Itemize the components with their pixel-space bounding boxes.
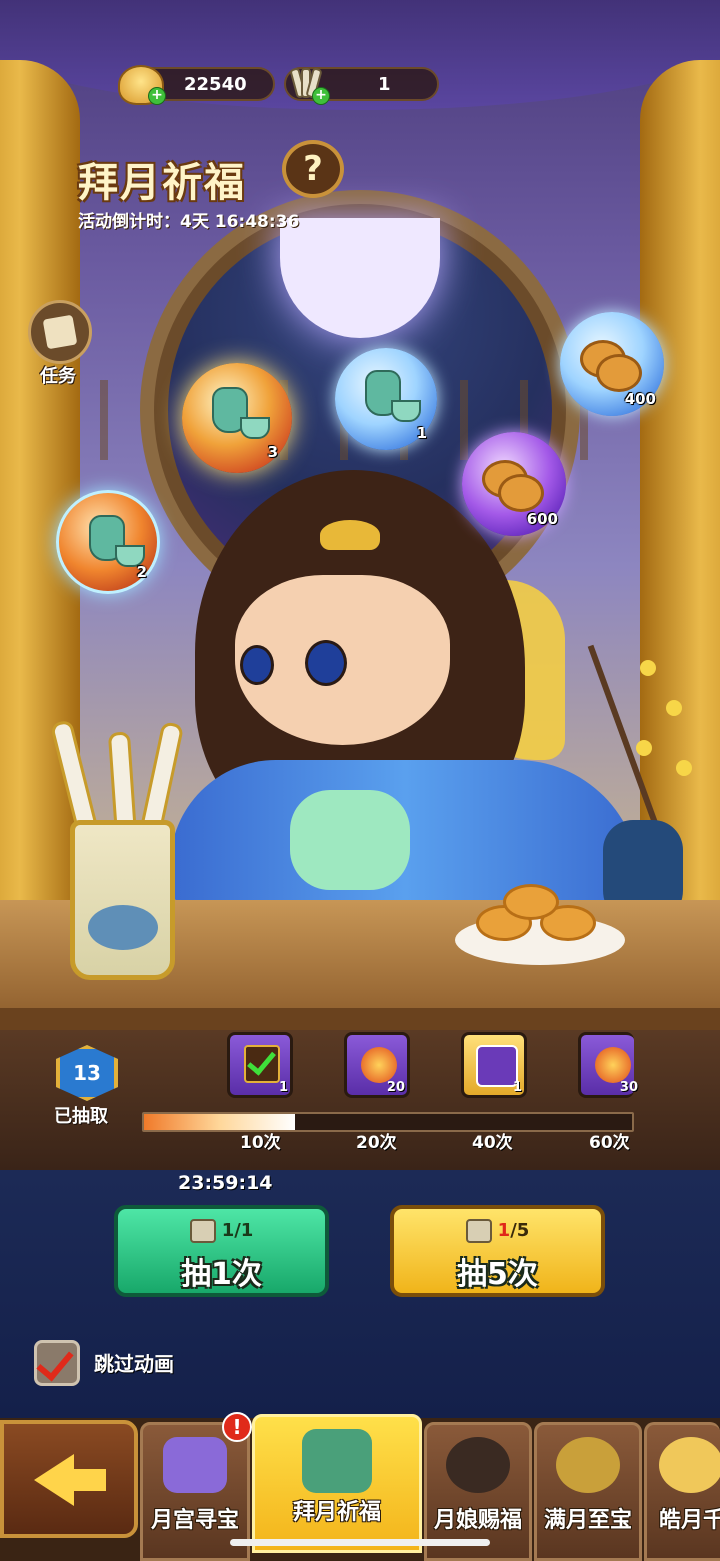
reward-bubble[interactable]: 400 (560, 312, 664, 416)
treasure-chest-icon (163, 1437, 227, 1493)
reward-qty: 400 (624, 390, 656, 408)
flower-bud (676, 760, 692, 776)
golden-toad-icon (556, 1437, 620, 1493)
tab-bright-moon[interactable]: 皓月千 (644, 1422, 720, 1561)
skip-animation-checkbox[interactable] (34, 1340, 80, 1386)
draw-once-cost-value: 1/1 (221, 1220, 254, 1241)
mooncake (503, 884, 559, 920)
reward-qty: 2 (136, 563, 147, 581)
milestone-reward[interactable]: 1 (227, 1032, 293, 1098)
reward-qty: 600 (526, 510, 558, 528)
checkmark-icon (36, 1342, 74, 1382)
draw-once-cost: 1/1 (118, 1219, 325, 1243)
moon-maiden-icon (446, 1437, 510, 1493)
back-button[interactable] (0, 1420, 138, 1538)
avatar-chest-icon (476, 1045, 518, 1087)
fire-orb-icon (361, 1047, 397, 1083)
ingot-value: 22540 (184, 74, 247, 95)
flower-bud (640, 660, 656, 676)
hair-ornament (320, 520, 380, 550)
fortune-sticks-icon (302, 1429, 372, 1493)
tab-label: 拜月祈福 (292, 1500, 381, 1525)
character-bodice (290, 790, 410, 890)
ticket-currency[interactable]: + 1 (284, 67, 439, 105)
flower-bud (666, 700, 682, 716)
cup-wave-pattern (88, 905, 158, 950)
mooncake-icon (596, 354, 642, 392)
tab-label: 月娘赐福 (433, 1508, 522, 1533)
cup-icon (240, 417, 270, 439)
reward-qty: 3 (267, 443, 278, 461)
moon-rabbit-icon (659, 1437, 720, 1493)
back-arrow-shaft (66, 1469, 106, 1491)
draw-five-cost-have: 1 (497, 1220, 511, 1241)
reward-qty: 1 (416, 424, 427, 442)
milestone-qty: 1 (512, 1080, 522, 1095)
drawn-label: 已抽取 (54, 1106, 108, 1127)
mooncake-icon (498, 474, 544, 512)
reward-bubble[interactable]: 1 (335, 348, 437, 450)
add-ticket-button[interactable]: + (312, 87, 330, 105)
character-eye (240, 645, 274, 685)
add-ingot-button[interactable]: + (148, 87, 166, 105)
fire-orb-icon (595, 1047, 631, 1083)
task-label: 任务 (40, 366, 76, 387)
scroll-quill-icon (28, 300, 92, 364)
alert-badge: ! (222, 1412, 252, 1442)
milestone-tick: 40次 (472, 1133, 513, 1153)
milestone-tick: 60次 (589, 1133, 630, 1153)
character-eye (305, 640, 347, 686)
milestone-qty: 20 (386, 1080, 405, 1095)
draw-five-label: 抽5次 (457, 1257, 538, 1292)
cup-icon (391, 400, 421, 422)
reward-bubble[interactable]: 600 (462, 432, 566, 536)
milestone-reward[interactable]: 1 (461, 1032, 527, 1098)
home-indicator[interactable] (230, 1539, 490, 1546)
milestone-tick: 20次 (356, 1133, 397, 1153)
milestone-reward[interactable]: 20 (344, 1032, 410, 1098)
draw-panel (0, 1170, 720, 1420)
stick-holder-cup (70, 820, 175, 980)
tab-label: 满月至宝 (543, 1508, 632, 1533)
milestone-qty: 1 (278, 1080, 288, 1095)
table-edge (0, 1008, 720, 1030)
tab-full-moon-treasure[interactable]: 满月至宝 (534, 1422, 642, 1561)
fortune-scroll-icon (189, 1219, 216, 1243)
skip-animation-label: 跳过动画 (94, 1352, 174, 1376)
draw-once-button[interactable]: 1/1 抽1次 (114, 1205, 329, 1297)
draw-five-cost: 1/5 (394, 1219, 601, 1243)
help-button[interactable]: ? (282, 140, 344, 198)
ingot-currency[interactable]: + 22540 (118, 65, 275, 105)
flower-bud (636, 740, 652, 756)
milestone-reward[interactable]: 30 (578, 1032, 638, 1098)
free-draw-timer: 23:59:14 (178, 1172, 273, 1194)
tab-label: 月宫寻宝 (150, 1508, 239, 1533)
event-countdown: 活动倒计时：4天 16:48:36 (78, 212, 300, 232)
tab-label: 皓月千 (659, 1508, 720, 1533)
task-button[interactable]: 任务 (22, 300, 98, 390)
ticket-value: 1 (378, 74, 391, 95)
fortune-scroll-icon (465, 1219, 492, 1243)
draw-five-button[interactable]: 1/5 抽5次 (390, 1205, 605, 1297)
reward-bubble[interactable]: 3 (182, 363, 292, 473)
milestone-tick: 10次 (240, 1133, 281, 1153)
milestone-qty: 30 (619, 1080, 638, 1095)
draw-five-cost-need: /5 (510, 1220, 530, 1241)
event-title: 拜月祈福 (78, 160, 246, 206)
draw-once-label: 抽1次 (181, 1257, 262, 1292)
tab-moon-blessing[interactable]: 拜月祈福 (252, 1414, 422, 1553)
reward-bubble[interactable]: 2 (56, 490, 160, 594)
